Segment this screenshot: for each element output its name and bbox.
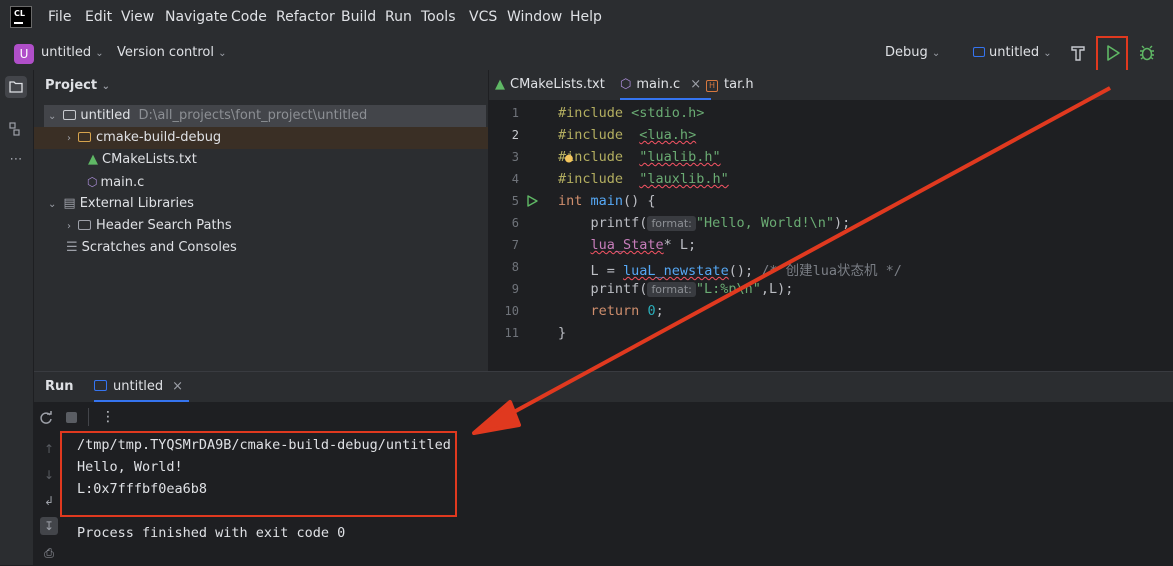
annotation-arrow	[472, 86, 1111, 435]
